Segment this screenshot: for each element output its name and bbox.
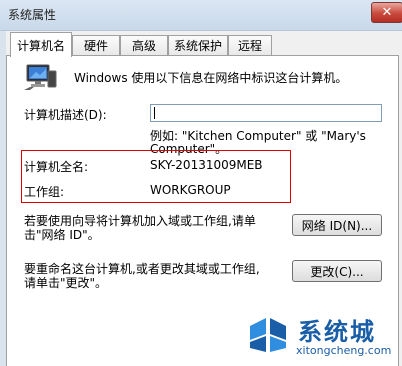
text-caret [154, 107, 155, 119]
tab-label: 计算机名 [16, 38, 65, 53]
tab-remote[interactable]: 远程 [228, 35, 272, 55]
tab-label: 硬件 [83, 39, 108, 53]
tab-label: 高级 [131, 39, 156, 53]
change-button[interactable]: 更改(C)... [292, 260, 382, 282]
network-id-button[interactable]: 网络 ID(N)... [292, 214, 382, 236]
window-title: 系统属性 [8, 8, 57, 22]
full-name-label: 计算机全名: [24, 160, 89, 174]
close-icon: ✕ [381, 5, 393, 20]
tab-label: 系统保护 [173, 39, 222, 53]
close-button[interactable]: ✕ [371, 2, 402, 23]
full-name-value: SKY-20131009MEB [150, 158, 263, 172]
computer-description-input[interactable] [150, 104, 382, 122]
wizard-text-line-2: 击"网络 ID"。 [24, 228, 100, 242]
rename-text-line-2: 请单击"更改"。 [24, 276, 108, 290]
intro-text: Windows 使用以下信息在网络中标识这台计算机。 [74, 71, 348, 85]
tab-advanced[interactable]: 高级 [120, 35, 168, 55]
workgroup-value: WORKGROUP [150, 183, 231, 197]
description-label: 计算机描述(D): [24, 108, 107, 122]
change-button-label: 更改(C)... [310, 264, 364, 279]
tab-hardware[interactable]: 硬件 [72, 35, 120, 55]
site-logo-icon [244, 310, 292, 358]
tab-label: 远程 [237, 39, 262, 53]
tab-system-protection[interactable]: 系统保护 [168, 35, 228, 55]
computer-icon [24, 64, 57, 90]
tab-computer-name[interactable]: 计算机名 [10, 32, 72, 57]
watermark-url: xitongcheng.com [296, 344, 392, 357]
title-bar: 系统属性 ✕ [0, 0, 402, 31]
network-id-button-label: 网络 ID(N)... [301, 218, 373, 233]
workgroup-label: 工作组: [24, 185, 65, 199]
watermark-site-name: 系统城 [298, 318, 376, 346]
